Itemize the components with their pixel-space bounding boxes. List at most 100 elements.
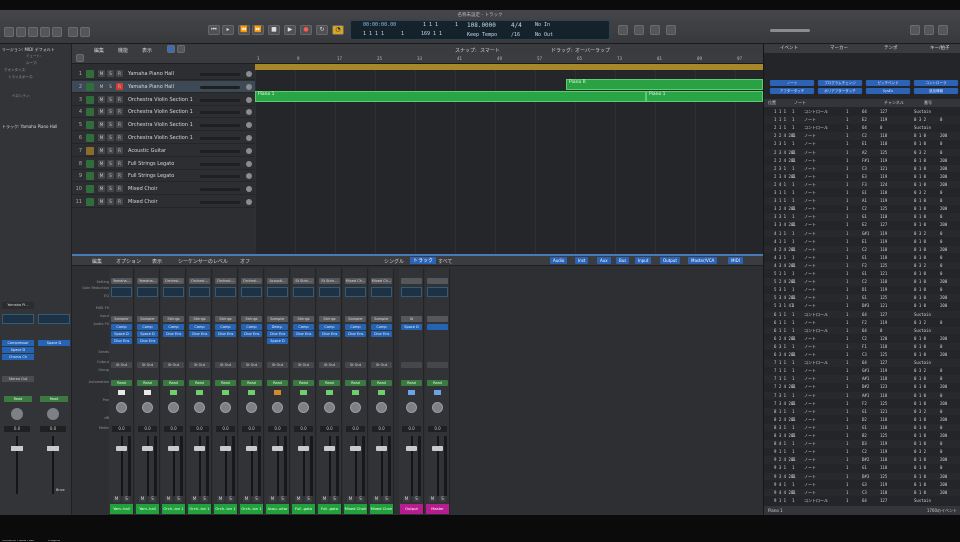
midi-region[interactable]: Piano 1 bbox=[646, 91, 763, 102]
channel-pan-knob[interactable] bbox=[194, 402, 205, 413]
channel-fader[interactable] bbox=[116, 446, 127, 451]
solo-button[interactable]: S bbox=[107, 185, 114, 193]
note-view-icon[interactable] bbox=[924, 25, 934, 35]
event-row[interactable]: 5 3 4 201 1 ノート 1 G1 125 0 1 0 200 bbox=[764, 294, 960, 302]
track-row[interactable]: 4 M S R Orchestra Violin Section 1 bbox=[72, 106, 255, 119]
channel-setting[interactable]: St Strin... bbox=[293, 278, 314, 284]
channel-automation[interactable]: Read bbox=[267, 380, 288, 386]
event-row[interactable]: 2 3 1 1 ノート 1 C3 121 0 1 0 200 bbox=[764, 164, 960, 173]
channel-setting[interactable]: Orchest... bbox=[241, 278, 262, 284]
channel-output[interactable]: St Out bbox=[345, 362, 366, 368]
track-pan-knob[interactable] bbox=[246, 160, 252, 167]
browser-icon[interactable] bbox=[666, 25, 676, 35]
track-name[interactable]: Orchestra Violin Section 1 bbox=[128, 122, 193, 128]
channel-solo-button[interactable]: S bbox=[175, 496, 182, 502]
channel-mute-button[interactable]: M bbox=[269, 496, 276, 502]
channel-audio-fx[interactable]: Delay.. bbox=[267, 324, 288, 330]
channel-eq-display[interactable] bbox=[319, 287, 340, 297]
channel-mute-button[interactable]: M bbox=[295, 496, 302, 502]
channel-audio-fx[interactable]: Space D bbox=[267, 338, 288, 344]
inspector-fader-output[interactable] bbox=[47, 446, 59, 451]
channel-mute-button[interactable]: M bbox=[321, 496, 328, 502]
event-row[interactable]: 1 1 1 1 ノート 1 E2 119 0 3 2 0 bbox=[764, 116, 960, 124]
channel-pan-knob[interactable] bbox=[272, 402, 283, 413]
event-row[interactable]: 7 1 1 1 ノート 1 A#1 118 0 1 0 0 bbox=[764, 375, 960, 383]
mixer-menu-view[interactable]: 表示 bbox=[152, 258, 162, 265]
event-row[interactable]: 5 3 1 1 ノート 1 D1 119 0 1 0 0 bbox=[764, 286, 960, 294]
channel-output[interactable] bbox=[427, 362, 448, 368]
track-pan-knob[interactable] bbox=[246, 109, 252, 116]
channel-audio-fx[interactable] bbox=[427, 338, 448, 344]
apple-loops-icon[interactable] bbox=[938, 25, 948, 35]
track-row[interactable]: 1 M S R Yamaha Piano Hall bbox=[72, 68, 255, 80]
channel-fader[interactable] bbox=[272, 446, 283, 451]
inspector-toggle-icon[interactable] bbox=[68, 27, 78, 37]
channel-mute-button[interactable]: M bbox=[139, 496, 146, 502]
event-row[interactable]: 3 1 1 1 ノート 1 A1 119 0 1 0 0 bbox=[764, 197, 960, 205]
channel-solo-button[interactable]: S bbox=[227, 496, 234, 502]
solo-button[interactable]: S bbox=[107, 159, 114, 167]
channel-eq-display[interactable] bbox=[371, 287, 392, 297]
channel-input[interactable]: Sampler bbox=[345, 316, 366, 322]
rewind-icon[interactable]: ⏪ bbox=[238, 25, 250, 35]
event-filter-button[interactable]: アフタータッチ bbox=[770, 88, 814, 94]
mixer-mode-tracks[interactable]: トラック bbox=[410, 257, 437, 264]
event-row[interactable]: 6 1 1 1 コントロール 1 64 127 Sustain bbox=[764, 310, 960, 319]
midi-region[interactable]: Piano 1 bbox=[255, 91, 646, 102]
channel-pan-knob[interactable] bbox=[406, 402, 417, 413]
channel-output[interactable]: St Out bbox=[215, 362, 236, 368]
event-row[interactable]: 9 2 4 201 1 ノート 1 D#2 118 0 1 0 200 bbox=[764, 456, 960, 464]
channel-input[interactable]: Sampler bbox=[371, 316, 392, 322]
channel-solo-button[interactable]: S bbox=[357, 496, 364, 502]
track-volume-slider[interactable] bbox=[200, 175, 240, 179]
channel-automation[interactable]: Read bbox=[427, 380, 448, 386]
event-row[interactable]: 8 3 4 201 1 ノート 1 B2 125 0 1 0 200 bbox=[764, 432, 960, 440]
menu-edit[interactable]: 編集 bbox=[94, 47, 104, 54]
channel-eq-display[interactable] bbox=[241, 287, 262, 297]
mixer-filter-input[interactable]: Input bbox=[635, 257, 652, 264]
channel-pan-knob[interactable] bbox=[168, 402, 179, 413]
channel-solo-button[interactable]: S bbox=[439, 496, 446, 502]
event-filter-button[interactable]: プログラムチェンジ bbox=[818, 80, 862, 86]
track-volume-slider[interactable] bbox=[200, 137, 240, 140]
track-pan-knob[interactable] bbox=[246, 147, 252, 154]
record-enable-button[interactable]: R bbox=[116, 198, 123, 205]
channel-audio-fx[interactable]: Space D bbox=[401, 324, 422, 330]
channel-mute-button[interactable]: M bbox=[347, 496, 354, 502]
channel-eq-display[interactable] bbox=[345, 287, 366, 297]
channel-automation[interactable]: Read bbox=[163, 380, 184, 386]
event-filter-button[interactable]: 追加情報 bbox=[914, 88, 958, 94]
channel-fader[interactable] bbox=[246, 446, 257, 451]
channel-audio-fx[interactable] bbox=[427, 331, 448, 337]
channel-input[interactable]: Sampler bbox=[267, 316, 288, 322]
track-row[interactable]: 9 M S R Full Strings Legato bbox=[72, 170, 255, 183]
list-editors-icon[interactable] bbox=[618, 25, 628, 35]
track-name[interactable]: Full Strings Legato bbox=[128, 173, 174, 179]
track-name[interactable]: Orchestra Violin Section 1 bbox=[128, 135, 193, 141]
channel-solo-button[interactable]: S bbox=[279, 496, 286, 502]
inspector-fx-slot[interactable]: Compressor bbox=[2, 340, 34, 346]
channel-audio-fx[interactable] bbox=[427, 324, 448, 330]
channel-solo-button[interactable]: S bbox=[331, 496, 338, 502]
mixer-mode-single[interactable]: シングル bbox=[384, 258, 404, 265]
event-row[interactable]: 6 3 4 201 1 ノート 1 C3 125 0 1 0 200 bbox=[764, 351, 960, 359]
channel-name[interactable]: Full..gato bbox=[292, 504, 315, 514]
channel-pan-knob[interactable] bbox=[432, 402, 443, 413]
event-row[interactable]: 6 3 1 1 ノート 1 F1 118 0 1 0 0 bbox=[764, 342, 960, 351]
catch-icon[interactable] bbox=[167, 45, 175, 53]
mute-button[interactable]: M bbox=[98, 159, 105, 167]
channel-name[interactable]: Yam..hall bbox=[136, 504, 159, 514]
solo-button[interactable]: S bbox=[107, 198, 114, 205]
channel-fader[interactable] bbox=[220, 446, 231, 451]
track-volume-slider[interactable] bbox=[200, 98, 240, 102]
channel-audio-fx[interactable]: Chor Ens bbox=[215, 331, 236, 337]
event-row[interactable]: 2 1 1 1 コントロール 1 64 0 Sustain bbox=[764, 124, 960, 132]
event-row[interactable]: 3 3 1 1 ノート 1 G1 118 0 1 0 0 bbox=[764, 213, 960, 221]
event-row[interactable]: 6 1 1 1 ノート 1 F2 119 0 3 2 0 bbox=[764, 319, 960, 327]
track-pan-knob[interactable] bbox=[246, 83, 252, 90]
event-filter-button[interactable]: SysEx bbox=[866, 88, 910, 94]
channel-input[interactable]: Strings bbox=[293, 316, 314, 322]
channel-name[interactable]: Orch..ion 1 bbox=[240, 504, 263, 514]
channel-fader[interactable] bbox=[350, 446, 361, 451]
notepad-icon[interactable] bbox=[634, 25, 644, 35]
